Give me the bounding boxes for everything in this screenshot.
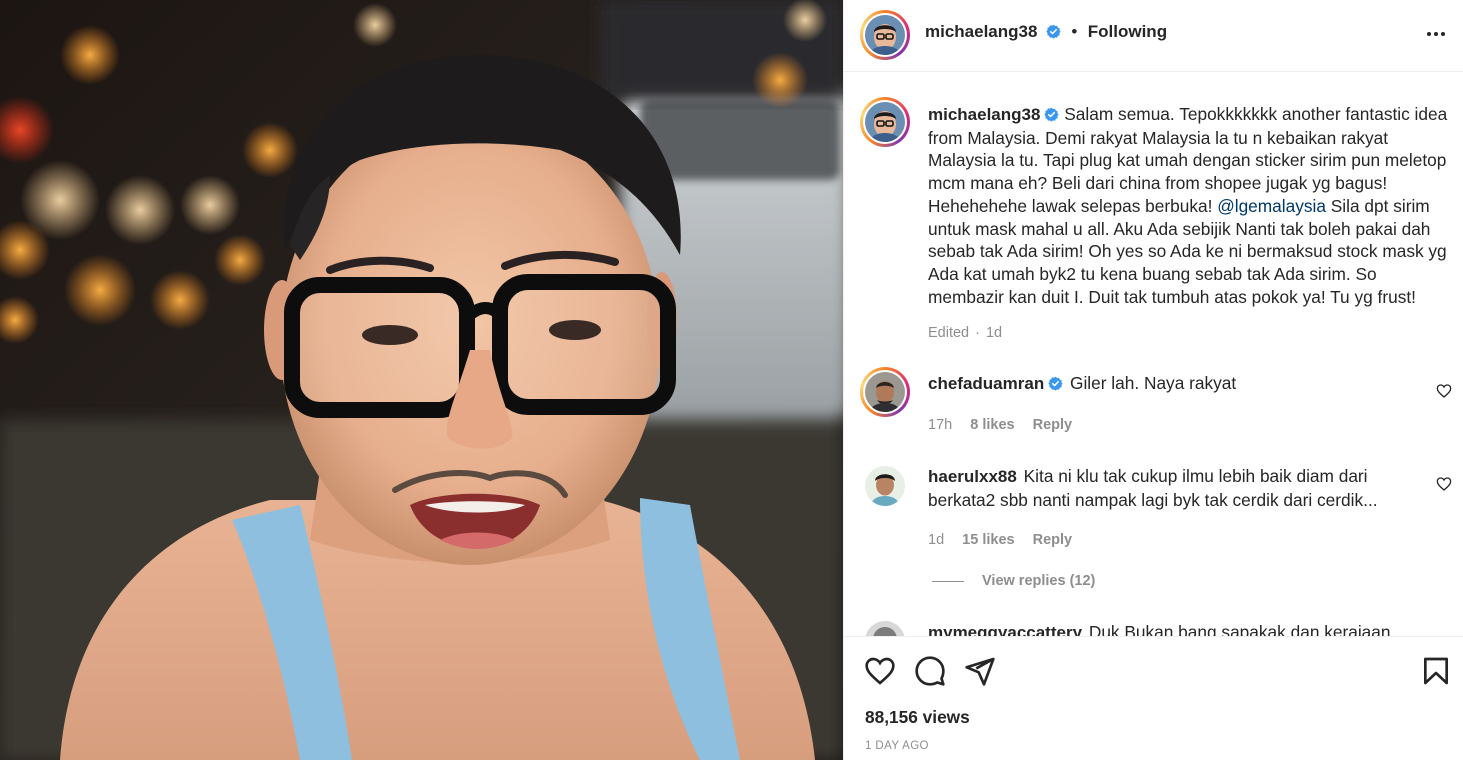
post-details-panel: michaelang38 • Following michaelang38 Sa… <box>843 0 1463 760</box>
post-caption: michaelang38 Salam semua. Tepokkkkkkk an… <box>928 103 1450 308</box>
views-count[interactable]: 88,156 views <box>865 707 970 728</box>
comment-2-like-heart-icon[interactable] <box>1436 476 1452 492</box>
caption-edited-label: Edited <box>928 325 970 341</box>
comment-1-username[interactable]: chefaduamran <box>928 374 1044 393</box>
comment-3-text: Duk Bukan bang sapakak dan kerajaan <box>1088 622 1391 636</box>
comment-3-username[interactable]: mymeggyaccattery <box>928 623 1082 636</box>
comment-2-meta: 1d 15 likes Reply <box>928 532 1086 548</box>
view-replies-label: View replies (12) <box>982 573 1096 589</box>
following-button[interactable]: Following <box>1088 22 1167 41</box>
separator-dot: • <box>1071 22 1078 41</box>
post-actions-footer: 88,156 views 1 DAY AGO <box>844 636 1463 760</box>
view-replies-button[interactable]: View replies (12) <box>932 573 1095 589</box>
comment-2-likes[interactable]: 15 likes <box>962 532 1014 548</box>
commenter-avatar-image <box>865 621 905 636</box>
author-username[interactable]: michaelang38 <box>925 22 1037 41</box>
comment-1-reply-button[interactable]: Reply <box>1033 417 1073 433</box>
commenter-avatar-image <box>865 466 905 506</box>
comment-3: mymeggyaccattery Duk Bukan bang sapakak … <box>928 621 1418 636</box>
caption-time[interactable]: 1d <box>986 325 1002 341</box>
comment-1-meta: 17h 8 likes Reply <box>928 417 1086 433</box>
verified-badge-icon <box>1044 107 1060 122</box>
bookmark-icon[interactable] <box>1420 655 1452 687</box>
commenter-avatar[interactable] <box>865 621 905 636</box>
verified-badge-icon <box>1048 376 1063 391</box>
more-options-icon[interactable] <box>1424 22 1448 46</box>
comment-1: chefaduamran Giler lah. Naya rakyat <box>928 372 1418 396</box>
post-time-ago[interactable]: 1 DAY AGO <box>865 740 929 752</box>
share-icon[interactable] <box>964 655 996 687</box>
comment-2-reply-button[interactable]: Reply <box>1033 532 1073 548</box>
comment-1-likes[interactable]: 8 likes <box>970 417 1014 433</box>
commenter-avatar[interactable] <box>860 367 910 417</box>
caption-author-avatar[interactable] <box>860 97 910 147</box>
post-video[interactable] <box>0 0 843 760</box>
commenter-avatar-image <box>865 372 905 412</box>
commenter-avatar[interactable] <box>865 466 905 506</box>
author-avatar-image <box>865 15 905 55</box>
comment-2-time[interactable]: 1d <box>928 532 944 548</box>
comment-1-text: Giler lah. Naya rakyat <box>1070 373 1237 393</box>
heart-icon[interactable] <box>864 655 896 687</box>
caption-avatar-image <box>865 102 905 142</box>
author-avatar[interactable] <box>860 10 910 60</box>
video-frame-illustration <box>0 0 843 760</box>
comments-section[interactable]: michaelang38 Salam semua. Tepokkkkkkk an… <box>844 73 1463 636</box>
comment-icon[interactable] <box>914 655 946 687</box>
caption-dot: · <box>975 325 980 341</box>
comment-1-time[interactable]: 17h <box>928 417 952 433</box>
caption-username[interactable]: michaelang38 <box>928 105 1040 124</box>
verified-badge-icon <box>1046 24 1061 39</box>
comment-2-username[interactable]: haerulxx88 <box>928 467 1017 486</box>
view-replies-line <box>932 580 964 582</box>
comment-1-like-heart-icon[interactable] <box>1436 383 1452 399</box>
caption-mention-link[interactable]: @lgemalaysia <box>1217 196 1326 216</box>
post-header: michaelang38 • Following <box>844 0 1463 72</box>
caption-meta: Edited · 1d <box>928 325 1016 341</box>
comment-2: haerulxx88 Kita ni klu tak cukup ilmu le… <box>928 465 1418 511</box>
